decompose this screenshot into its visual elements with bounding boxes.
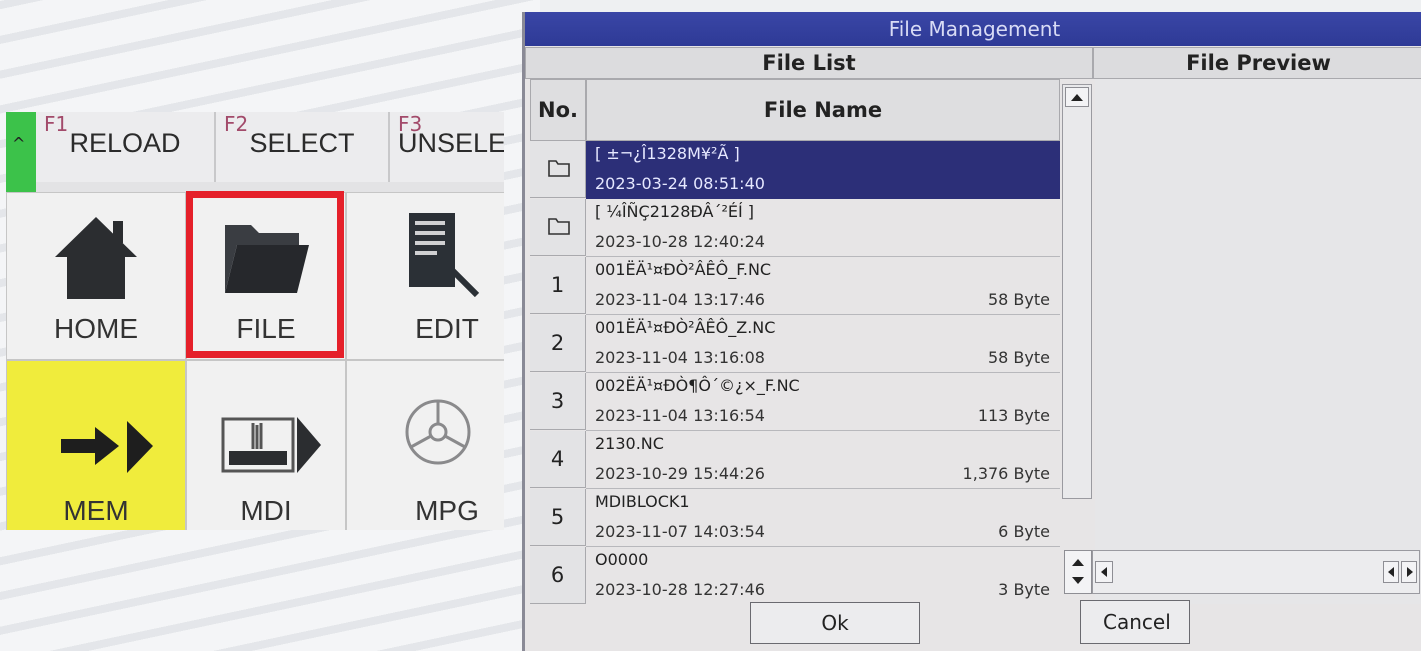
file-date: 2023-11-04 13:16:54 [595,406,765,425]
tile-label: MEM [63,495,129,526]
scroll-left-button-end[interactable] [1383,561,1399,583]
preview-horizontal-scrollbar[interactable] [1092,550,1420,594]
fkey-reload[interactable]: F1 RELOAD [36,112,216,182]
row-number: 4 [530,431,586,488]
file-date: 2023-10-28 12:27:46 [595,580,765,599]
file-preview-pane [1095,79,1421,604]
row-number: 6 [530,547,586,604]
fkey-label: UNSELE [398,128,504,158]
arrow-up-icon [1072,559,1084,566]
fkey-select[interactable]: F2 SELECT [216,112,390,182]
cancel-button[interactable]: Cancel [1080,600,1190,644]
fkey-label: SELECT [249,128,355,158]
file-size: 58 Byte [987,348,1050,367]
folder-icon [548,218,570,235]
tile-label: HOME [54,313,138,344]
arrow-right-icon [61,421,153,473]
file-date: 2023-03-24 08:51:40 [595,174,765,193]
scroll-left-button[interactable] [1095,561,1113,583]
arrow-down-icon [1072,577,1084,584]
file-name: MDIBLOCK1 [595,492,690,511]
file-preview-header: File Preview [1093,47,1421,79]
row-number [530,199,586,256]
file-list-header: File List [525,47,1093,79]
mode-tile-edit[interactable]: EDIT [346,192,504,360]
mode-tile-mem[interactable]: MEM [6,360,186,530]
file-row[interactable]: 4 2130.NC 2023-10-29 15:44:26 1,376 Byte [525,431,1060,489]
arrow-right-icon [1407,567,1413,577]
row-number: 3 [530,373,586,430]
file-name: 001ËÄ¹¤ÐÒ²ÂÊÔ_F.NC [595,260,772,279]
fkey-label: RELOAD [69,128,181,158]
file-row[interactable]: 5 MDIBLOCK1 2023-11-07 14:03:54 6 Byte [525,489,1060,547]
file-date: 2023-11-04 13:17:46 [595,290,765,309]
file-row[interactable]: 3 002ËÄ¹¤ÐÒ¶Ô´©¿×_F.NC 2023-11-04 13:16:… [525,373,1060,431]
hand-arrow-icon [221,417,321,473]
file-row[interactable]: 6 O0000 2023-10-28 12:27:46 3 Byte [525,547,1060,605]
file-name: [ ±¬¿Î1328M¥²Ã ] [595,144,740,163]
file-name: [ ¼ÎÑÇ2128ÐÂ´²ÉÍ ] [595,202,755,221]
file-size: 1,376 Byte [962,464,1050,483]
row-number: 2 [530,315,586,372]
tile-label: MPG [415,495,479,526]
file-date: 2023-10-29 15:44:26 [595,464,765,483]
tile-label: EDIT [415,313,479,344]
file-row[interactable]: 2 001ËÄ¹¤ÐÒ²ÂÊÔ_Z.NC 2023-11-04 13:16:08… [525,315,1060,373]
file-date: 2023-11-04 13:16:08 [595,348,765,367]
arrow-left-icon [1388,567,1394,577]
file-name: O0000 [595,550,649,569]
scroll-right-button[interactable] [1401,561,1417,583]
file-tile-highlight-box [186,191,344,358]
row-number: 5 [530,489,586,546]
cnc-control-panel: ^ F1 RELOAD F2 SELECT F3 UNSELE HOME FIL… [6,112,504,530]
mode-tile-mpg[interactable]: MPG [346,360,504,530]
file-date: 2023-11-07 14:03:54 [595,522,765,541]
file-name: 2130.NC [595,434,664,453]
file-management-dialog: File Management File List File Preview N… [522,12,1421,651]
arrow-left-icon [1101,567,1107,577]
file-size: 6 Byte [998,522,1050,541]
fkey-unselect[interactable]: F3 UNSELE [390,112,504,182]
file-name: 001ËÄ¹¤ÐÒ²ÂÊÔ_Z.NC [595,318,776,337]
file-row[interactable]: [ ¼ÎÑÇ2128ÐÂ´²ÉÍ ] 2023-10-28 12:40:24 [525,199,1060,257]
ok-button[interactable]: Ok [750,602,920,644]
file-name: 002ËÄ¹¤ÐÒ¶Ô´©¿×_F.NC [595,376,800,395]
preview-vertical-stepper[interactable] [1064,550,1092,594]
file-list-scrollbar[interactable] [1062,84,1092,499]
row-number: 1 [530,257,586,314]
file-size: 113 Byte [977,406,1050,425]
function-key-bar: ^ F1 RELOAD F2 SELECT F3 UNSELE [6,112,504,192]
caret-up-icon: ^ [12,134,26,153]
tile-label: MDI [240,495,292,526]
file-row[interactable]: [ ±¬¿Î1328M¥²Ã ] 2023-03-24 08:51:40 [525,141,1060,199]
scroll-up-button[interactable] [1065,87,1089,107]
file-size: 3 Byte [998,580,1050,599]
arrow-up-icon [1071,94,1083,101]
file-row[interactable]: 1 001ËÄ¹¤ÐÒ²ÂÊÔ_F.NC 2023-11-04 13:17:46… [525,257,1060,315]
row-number [530,141,586,198]
edit-document-icon [409,213,480,297]
mode-tile-home[interactable]: HOME [6,192,186,360]
fkey-scroll-left[interactable]: ^ [6,112,36,192]
column-header-no[interactable]: No. [530,79,586,141]
folder-icon [548,160,570,177]
home-icon [55,217,137,299]
file-date: 2023-10-28 12:40:24 [595,232,765,251]
column-header-file-name[interactable]: File Name [586,79,1060,141]
mode-tile-mdi[interactable]: MDI [186,360,346,530]
dialog-title: File Management [525,12,1421,46]
file-size: 58 Byte [987,290,1050,309]
handwheel-icon [405,399,471,465]
